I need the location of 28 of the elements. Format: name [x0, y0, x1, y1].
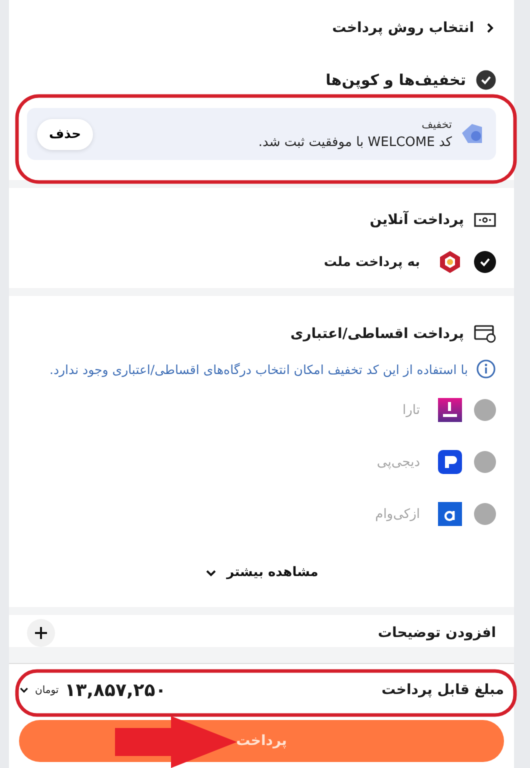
section-title: پرداخت اقساطی/اعتباری: [290, 326, 464, 342]
gateway-name: ازکی‌وام: [375, 506, 420, 522]
loan-logo-icon: [438, 502, 462, 526]
total-label: مبلغ قابل پرداخت: [382, 682, 504, 698]
section-title: پرداخت آنلاین: [370, 212, 464, 228]
bank-logo-icon: [438, 250, 462, 274]
total-amount: ۱۳,۸۵۷,۲۵۰: [64, 680, 166, 700]
info-icon: [476, 359, 496, 379]
check-icon: [479, 256, 491, 268]
wallet-logo-icon: [438, 450, 462, 474]
gateway-name: تارا: [402, 402, 420, 418]
currency-label: تومان: [35, 684, 59, 696]
gateway-name: دیجی‌پی: [376, 454, 420, 470]
plus-icon[interactable]: [27, 619, 55, 647]
section-title: تخفیف‌ها و کوپن‌ها: [326, 71, 466, 89]
notice-text: با استفاده از این کد تخفیف امکان انتخاب درگاه‌های اقساطی/اعتباری وجود ندارد.: [49, 362, 468, 376]
coupon-message: کد WELCOME با موفقیت ثبت شد.: [258, 135, 452, 150]
remove-button[interactable]: حذف: [37, 118, 93, 150]
chevron-down-icon[interactable]: [19, 685, 29, 695]
page-title: انتخاب روش پرداخت: [332, 20, 474, 36]
add-notes-label[interactable]: افزودن توضیحات: [378, 625, 496, 641]
show-more-button[interactable]: مشاهده بیشتر: [198, 564, 324, 581]
radio-button[interactable]: [474, 251, 496, 273]
card-clock-icon: [474, 325, 496, 343]
gateway-name: به پرداخت ملت: [324, 254, 420, 270]
coupon-label: تخفیف: [422, 118, 452, 131]
cash-icon: [474, 213, 496, 227]
wallet-logo-icon: [438, 398, 462, 422]
